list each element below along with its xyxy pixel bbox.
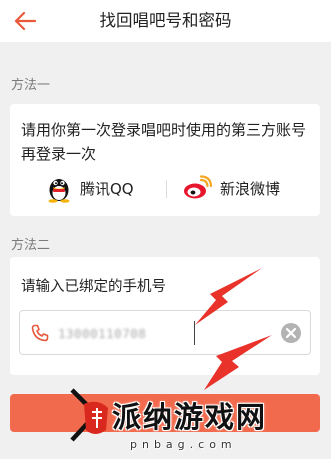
- login-divider: [166, 180, 167, 198]
- method2-label: 方法二: [11, 238, 51, 253]
- weibo-login-label: 新浪微博: [220, 179, 281, 198]
- page-title: 找回唱吧号和密码: [99, 11, 232, 30]
- text-cursor: [194, 321, 195, 345]
- method2-card: 请输入已绑定的手机号: [10, 257, 320, 375]
- method1-card: 请用你第一次登录唱吧时使用的第三方账号再登录一次 腾讯QQ 新浪微博: [10, 104, 320, 216]
- annotation-arrow: [195, 268, 272, 390]
- phone-field[interactable]: [19, 310, 311, 355]
- header-bar: 找回唱吧号和密码: [0, 0, 331, 42]
- weibo-icon: [184, 175, 212, 199]
- weibo-login-button[interactable]: 新浪微博: [182, 170, 280, 206]
- phone-input[interactable]: [58, 323, 278, 343]
- method1-description: 请用你第一次登录唱吧时使用的第三方账号再登录一次: [21, 121, 307, 163]
- qq-icon: [48, 179, 70, 203]
- qq-login-label: 腾讯QQ: [80, 179, 134, 198]
- phone-prompt: 请输入已绑定的手机号: [21, 279, 166, 295]
- phone-icon: [31, 324, 49, 342]
- qq-login-button[interactable]: 腾讯QQ: [46, 170, 134, 206]
- clear-icon[interactable]: [280, 322, 302, 344]
- method1-label: 方法一: [11, 78, 51, 93]
- watermark-text: 派纳游戏网: [112, 400, 268, 434]
- watermark-url: pnbag.com: [130, 438, 237, 451]
